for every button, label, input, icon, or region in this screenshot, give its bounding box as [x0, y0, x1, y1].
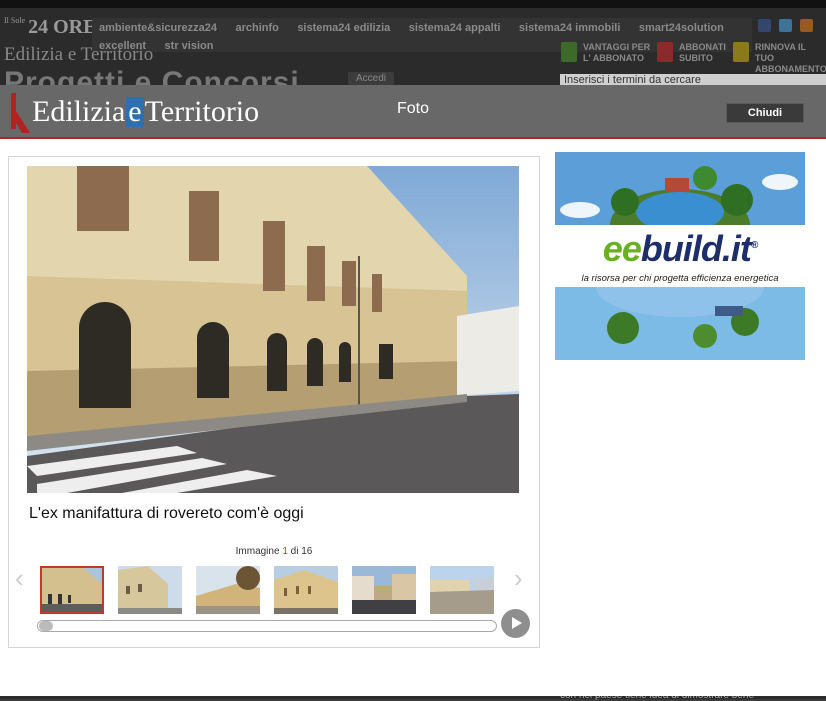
thumbnail-scrollbar[interactable]: [37, 620, 497, 632]
ad-banner[interactable]: eebuild.it® la risorsa per chi progetta …: [555, 152, 805, 360]
top-strip: [0, 0, 826, 8]
sole24ore-logo: Il Sole 24 ORE: [4, 16, 97, 38]
modal-title: Foto: [396, 100, 429, 117]
rss-icon[interactable]: [800, 19, 813, 32]
main-photo: [27, 166, 519, 493]
thumbnail-3[interactable]: [196, 566, 260, 614]
thumbnail-strip: [40, 566, 500, 614]
photo-caption: L'ex manifattura di rovereto com'è oggi: [29, 505, 304, 522]
nav-item[interactable]: sistema24 edilizia: [297, 22, 390, 34]
thumbnail-5[interactable]: [352, 566, 416, 614]
login-button[interactable]: Accedi: [348, 72, 395, 85]
ad-brand: eebuild.it®: [602, 228, 758, 269]
promo-rinnova[interactable]: RINNOVA IL TUO ABBONAMENTO: [733, 42, 826, 75]
ad-tagline: la risorsa per chi progetta efficienza e…: [581, 273, 779, 284]
promo-abbonati[interactable]: ABBONATI SUBITO: [657, 42, 726, 64]
thumbnail-2[interactable]: [118, 566, 182, 614]
modal-header: Edilizia e Territorio Foto Chiudi: [0, 85, 826, 139]
nav-item[interactable]: sistema24 immobili: [519, 22, 621, 34]
nav-item[interactable]: smart24solution: [639, 22, 724, 34]
thumbnail-6[interactable]: [430, 566, 494, 614]
thumbnail-4[interactable]: [274, 566, 338, 614]
network-nav: ambiente&sicurezza24 archinfo sistema24 …: [92, 18, 752, 52]
facebook-icon[interactable]: [758, 19, 771, 32]
scrollbar-handle[interactable]: [39, 621, 53, 631]
nav-item[interactable]: archinfo: [235, 22, 278, 34]
chevron-right-icon[interactable]: ›: [514, 563, 523, 594]
chevron-left-icon[interactable]: ‹: [15, 563, 24, 594]
photo-modal: Edilizia e Territorio Foto Chiudi L'ex m…: [0, 85, 826, 696]
site-logo: Edilizia e Territorio: [4, 44, 154, 65]
image-counter: Immagine 1 di 16: [235, 546, 313, 557]
close-button[interactable]: Chiudi: [726, 103, 804, 123]
nav-item[interactable]: str vision: [165, 40, 214, 52]
photo-gallery: L'ex manifattura di rovereto com'è oggi …: [8, 156, 540, 648]
play-slideshow-button[interactable]: [501, 609, 530, 638]
nav-item[interactable]: sistema24 appalti: [409, 22, 501, 34]
twitter-icon[interactable]: [779, 19, 792, 32]
thumbnail-1[interactable]: [40, 566, 104, 614]
nav-item[interactable]: ambiente&sicurezza24: [99, 22, 217, 34]
promo-vantaggi[interactable]: VANTAGGI PER L' ABBONATO: [561, 42, 650, 64]
